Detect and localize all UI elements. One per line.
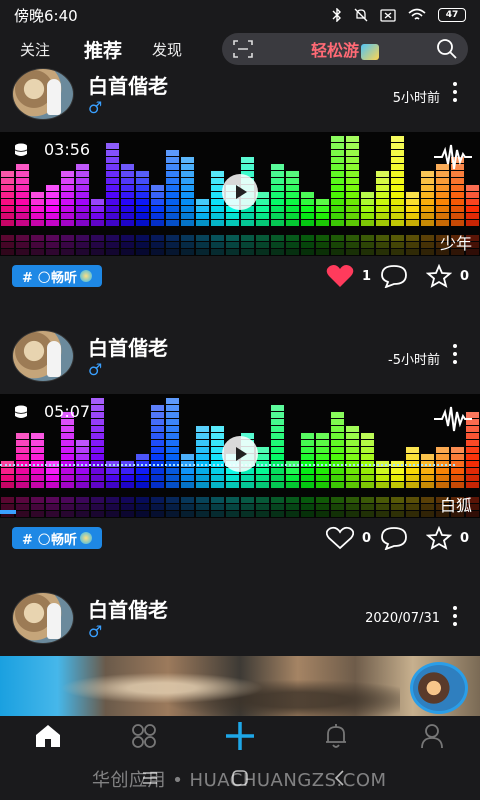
status-time: 傍晚6:40 [14, 6, 78, 25]
avatar[interactable] [12, 330, 74, 382]
no-sim-icon [380, 8, 396, 22]
nav-home[interactable] [0, 716, 96, 756]
male-gender-icon: ♂ [88, 622, 103, 641]
post-time: -5小时前 [388, 353, 440, 368]
grid-icon [132, 724, 156, 748]
status-icons: 47 [332, 8, 466, 22]
tab-recommend[interactable]: 推荐 [84, 36, 122, 63]
tag-label: # 🌕畅听 [22, 270, 77, 286]
play-button[interactable] [222, 174, 258, 210]
user-name[interactable]: 白首偕老 [88, 70, 168, 99]
search-brand[interactable]: 轻松游 [254, 37, 436, 61]
comment-icon [381, 265, 407, 288]
audio-duration-row: 05:07 [12, 402, 90, 421]
floating-music-avatar[interactable] [410, 662, 468, 714]
bottom-nav [0, 716, 480, 756]
nav-grid[interactable] [96, 716, 192, 756]
top-nav: 关注 推荐 发现 轻松游 [0, 30, 480, 68]
play-button[interactable] [222, 436, 258, 472]
wifi-icon [408, 8, 426, 20]
home-icon [36, 725, 60, 747]
tab-follow[interactable]: 关注 [20, 39, 50, 60]
search-bar[interactable]: 轻松游 [222, 33, 468, 65]
like-count: 0 [362, 530, 372, 546]
audio-duration: 05:07 [44, 402, 91, 421]
mute-bell-icon [354, 8, 368, 22]
like-count: 1 [362, 268, 372, 284]
action-row: # 🌕畅听 0 0 [0, 518, 480, 558]
male-gender-icon: ♂ [88, 98, 103, 117]
more-options-icon[interactable] [450, 342, 460, 366]
action-row: # 🌕畅听 1 0 [0, 256, 480, 296]
nav-profile[interactable] [384, 716, 480, 756]
favorite-button[interactable]: 0 [426, 264, 469, 288]
comment-icon [381, 527, 407, 550]
male-gender-icon: ♂ [88, 360, 103, 379]
nav-notifications[interactable] [288, 716, 384, 756]
avatar[interactable] [12, 592, 74, 644]
song-title: 少年 [439, 234, 472, 253]
avatar[interactable] [12, 68, 74, 120]
comment-button[interactable] [380, 264, 408, 288]
post-time: 5小时前 [392, 91, 440, 106]
watermark: 华创应用 • HUACHUANGZS.COM [92, 770, 387, 791]
scan-icon[interactable] [232, 39, 254, 59]
feed: 白首偕老 ♂ 5小时前 03:56 少年 # 🌕畅听 1 0 白首偕老 ♂ -5… [0, 68, 480, 716]
music-note-icon [79, 532, 92, 544]
user-icon [421, 724, 443, 749]
audio-duration: 03:56 [44, 140, 91, 159]
search-brand-label: 轻松游 [310, 41, 359, 60]
music-note-icon [79, 270, 92, 282]
more-options-icon[interactable] [450, 80, 460, 104]
tag-chip[interactable]: # 🌕畅听 [12, 265, 102, 287]
post-header: 白首偕老 ♂ 2020/07/31 [0, 592, 480, 656]
plus-icon [226, 722, 254, 750]
audio-duration-row: 03:56 [12, 140, 90, 159]
system-nav-bar: 华创应用 • HUACHUANGZS.COM [0, 756, 480, 800]
audio-progress-bar[interactable] [0, 510, 16, 514]
post-header: 白首偕老 ♂ 5小时前 [0, 68, 480, 132]
tab-discover[interactable]: 发现 [152, 39, 182, 60]
database-icon [14, 405, 28, 418]
bluetooth-icon [332, 8, 341, 22]
heart-icon [326, 526, 354, 550]
surfing-emoji-icon [361, 43, 379, 60]
bell-icon [326, 724, 346, 748]
waveform-icon [434, 406, 472, 432]
tag-chip[interactable]: # 🌕畅听 [12, 527, 102, 549]
star-icon [426, 264, 452, 288]
audio-card[interactable]: 03:56 少年 [0, 132, 480, 256]
heart-filled-icon [326, 265, 354, 287]
favorite-button[interactable]: 0 [426, 526, 469, 550]
battery-icon: 47 [438, 8, 466, 22]
nav-create[interactable] [192, 716, 288, 756]
post-time: 2020/07/31 [365, 611, 440, 626]
audio-card[interactable]: 05:07 白狐 [0, 394, 480, 518]
user-name[interactable]: 白首偕老 [88, 332, 168, 361]
user-name[interactable]: 白首偕老 [88, 594, 168, 623]
favorite-count: 0 [460, 268, 470, 284]
favorite-count: 0 [460, 530, 470, 546]
database-icon [14, 143, 28, 156]
comment-button[interactable] [380, 526, 408, 550]
post-header: 白首偕老 ♂ -5小时前 [0, 330, 480, 394]
like-button[interactable]: 1 [326, 264, 371, 288]
more-options-icon[interactable] [450, 604, 460, 628]
song-title: 白狐 [439, 496, 472, 515]
status-bar: 傍晚6:40 47 [0, 0, 480, 30]
like-button[interactable]: 0 [326, 526, 371, 550]
video-thumbnail[interactable] [0, 656, 480, 716]
tag-label: # 🌕畅听 [22, 532, 77, 548]
waveform-icon [434, 144, 472, 170]
search-icon[interactable] [436, 38, 458, 60]
star-icon [426, 526, 452, 550]
